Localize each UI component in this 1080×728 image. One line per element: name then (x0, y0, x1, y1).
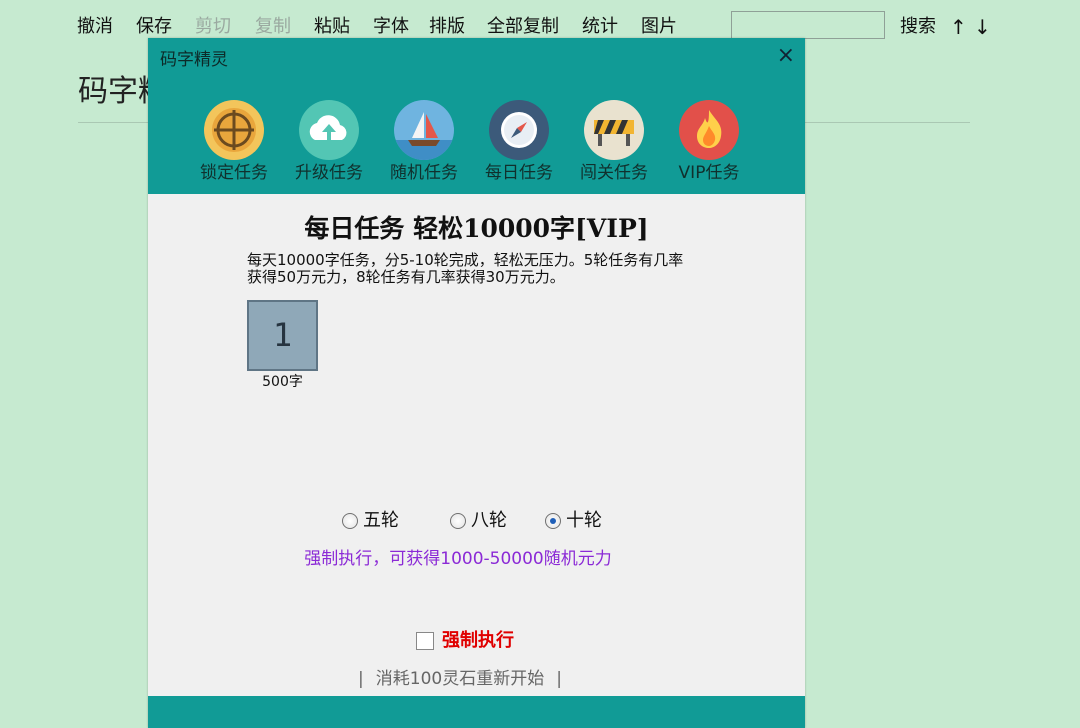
task-label: 随机任务 (390, 163, 458, 183)
dialog-title: 码字精灵 (160, 50, 228, 70)
separator: | (556, 669, 562, 689)
restart-button[interactable]: 消耗100灵石重新开始 (376, 669, 544, 689)
format-button[interactable]: 排版 (429, 16, 465, 38)
undo-button[interactable]: 撤消 (77, 16, 113, 38)
task-random[interactable]: 随机任务 (378, 100, 470, 184)
dialog-body: 每日任务 轻松10000字[VIP] 每天10000字任务，分5-10轮完成，轻… (148, 194, 805, 696)
force-note: 强制执行，可获得1000-50000随机元力 (304, 549, 612, 569)
paste-button[interactable]: 粘贴 (314, 16, 350, 38)
search-button[interactable]: 搜索 (900, 16, 936, 38)
force-execute-checkbox[interactable]: 强制执行 (416, 630, 514, 652)
radio-five-rounds[interactable]: 五轮 (342, 510, 399, 532)
round-caption: 500字 (262, 374, 303, 390)
separator: | (358, 669, 364, 689)
font-button[interactable]: 字体 (373, 16, 409, 38)
task-label: VIP任务 (678, 163, 740, 183)
roadblock-icon (584, 100, 644, 160)
checkbox-label: 强制执行 (442, 630, 514, 651)
radio-label: 八轮 (471, 510, 507, 531)
task-heading: 每日任务 轻松10000字[VIP] (304, 214, 649, 243)
task-upgrade[interactable]: 升级任务 (283, 100, 375, 184)
task-vip[interactable]: VIP任务 (663, 100, 755, 184)
cut-button[interactable]: 剪切 (195, 16, 231, 38)
copy-button[interactable]: 复制 (255, 16, 291, 38)
flame-icon (679, 100, 739, 160)
radio-label: 五轮 (363, 510, 399, 531)
radio-button-checked[interactable] (545, 513, 561, 529)
dialog-header: 码字精灵 × 锁定任务 升级任务 随机任务 每日任务 闯关任务 VIP任务 (148, 38, 805, 194)
task-label: 闯关任务 (580, 163, 648, 183)
arrow-up-icon[interactable]: ↑ (950, 16, 967, 38)
crosshair-icon (204, 100, 264, 160)
task-dialog: 码字精灵 × 锁定任务 升级任务 随机任务 每日任务 闯关任务 VIP任务 每日… (148, 38, 805, 728)
close-icon[interactable]: × (777, 44, 795, 68)
task-lock[interactable]: 锁定任务 (188, 100, 280, 184)
task-description: 每天10000字任务，分5-10轮完成，轻松无压力。5轮任务有几率获得50万元力… (247, 251, 684, 286)
radio-button[interactable] (450, 513, 466, 529)
compass-icon (489, 100, 549, 160)
arrow-down-icon[interactable]: ↓ (974, 16, 991, 38)
sailboat-icon (394, 100, 454, 160)
restart-row: | 消耗100灵石重新开始 | (148, 668, 772, 690)
dialog-footer (148, 696, 805, 728)
cloud-upload-icon (299, 100, 359, 160)
radio-button[interactable] (342, 513, 358, 529)
checkbox-box[interactable] (416, 632, 434, 650)
round-tile[interactable]: 1 (247, 300, 318, 371)
radio-ten-rounds[interactable]: 十轮 (545, 510, 602, 532)
image-button[interactable]: 图片 (641, 16, 677, 38)
task-challenge[interactable]: 闯关任务 (568, 100, 660, 184)
stats-button[interactable]: 统计 (582, 16, 618, 38)
task-label: 每日任务 (485, 163, 553, 183)
radio-eight-rounds[interactable]: 八轮 (450, 510, 507, 532)
task-daily[interactable]: 每日任务 (473, 100, 565, 184)
copy-all-button[interactable]: 全部复制 (487, 16, 559, 38)
task-label: 升级任务 (295, 163, 363, 183)
search-input[interactable] (731, 11, 885, 39)
save-button[interactable]: 保存 (136, 16, 172, 38)
radio-label: 十轮 (566, 510, 602, 531)
task-label: 锁定任务 (200, 163, 268, 183)
